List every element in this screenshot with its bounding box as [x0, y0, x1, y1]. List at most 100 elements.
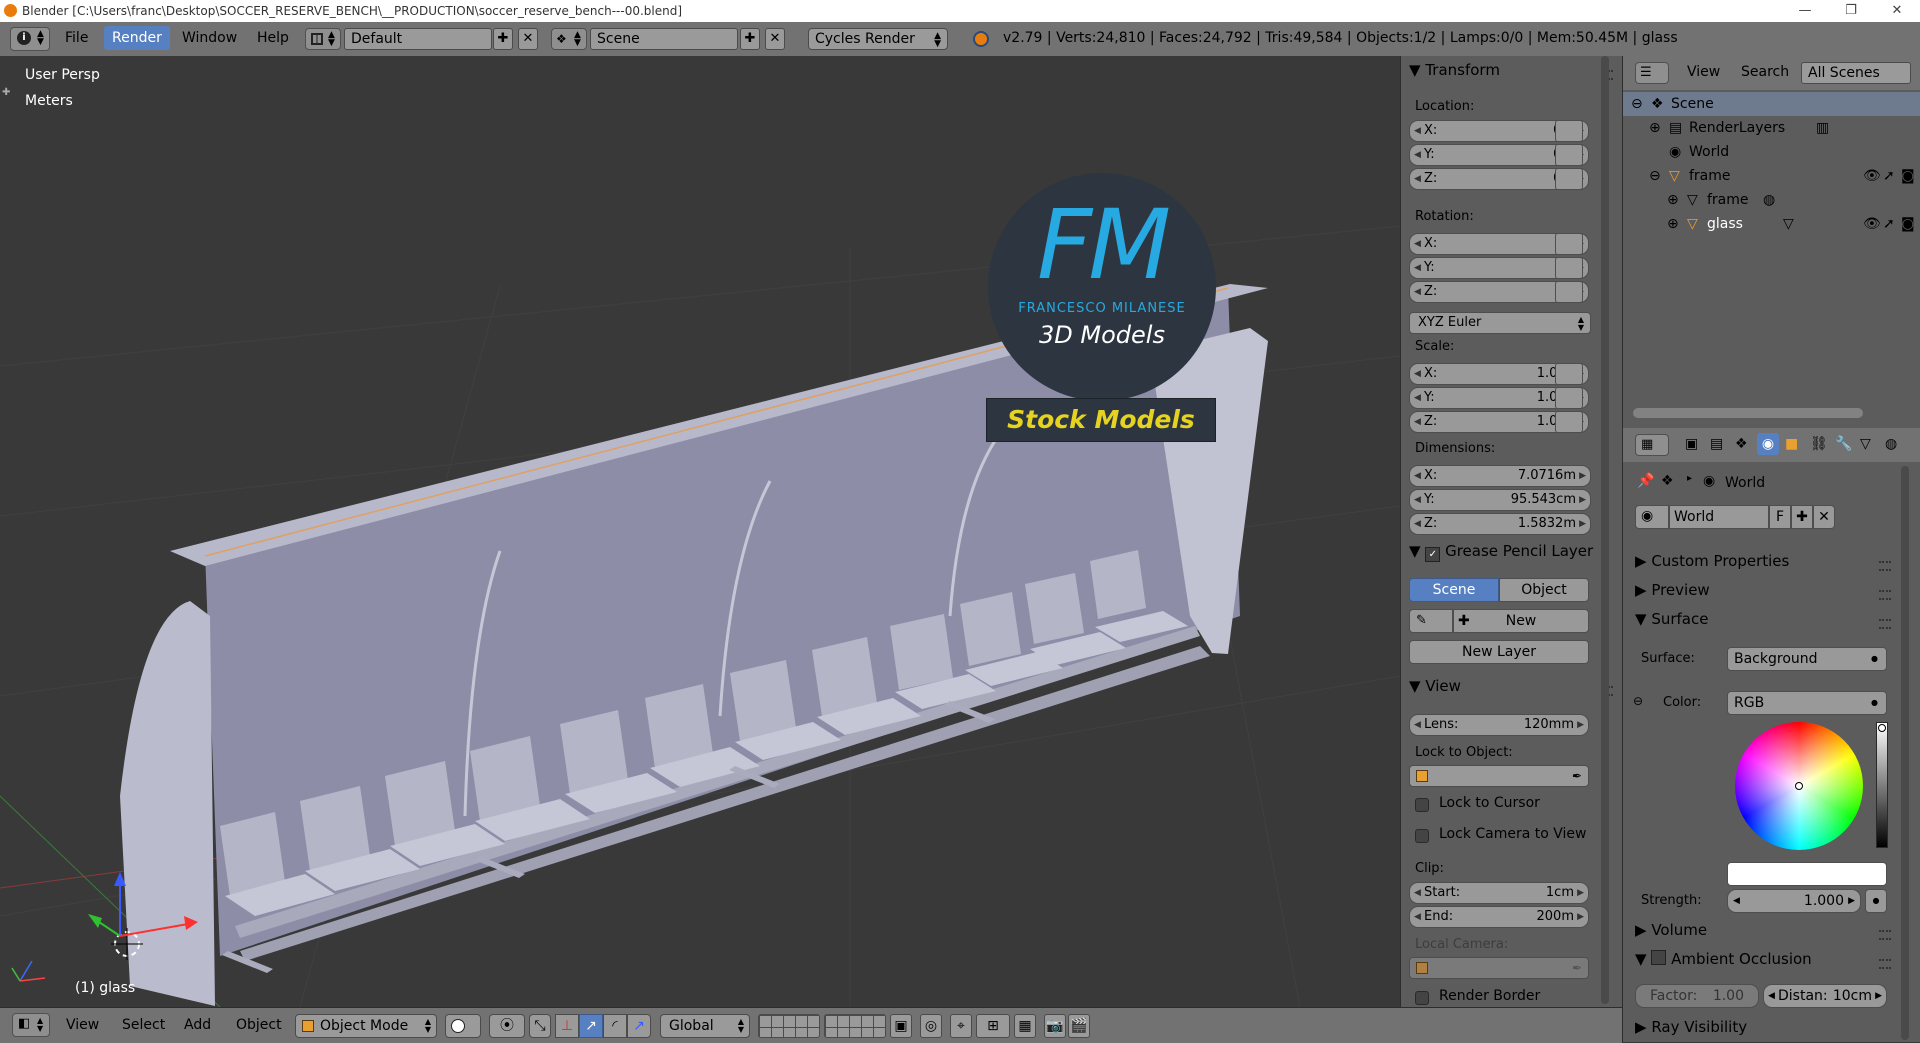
panel-grip-icon[interactable] [1879, 959, 1891, 969]
color-socket-icon[interactable]: ⊖ [1633, 694, 1643, 708]
lock-location-x-icon[interactable] [1555, 120, 1583, 142]
surface-header[interactable]: ▼ Surface [1635, 610, 1708, 628]
outliner-editor-type-button[interactable]: ☰ [1635, 62, 1669, 84]
strength-field[interactable]: ◀ 1.000 ▶ [1727, 889, 1861, 913]
color-mode-select[interactable]: RGB ● [1727, 691, 1887, 715]
scene-browse-button[interactable]: ❖ ▲ ▼ [551, 28, 587, 50]
volume-header[interactable]: ▶ Volume [1635, 921, 1707, 939]
3d-view-editor-type-button[interactable]: ◧ ▲ ▼ [12, 1013, 50, 1037]
render-engine-select[interactable]: Cycles Render ▲ ▼ [808, 28, 948, 50]
color-wheel-cursor[interactable] [1795, 782, 1803, 790]
add-scene-icon[interactable]: ✚ [740, 28, 760, 50]
menu-window[interactable]: Window [182, 30, 237, 46]
rotate-manipulator-button[interactable]: ↗ [579, 1014, 603, 1038]
manipulator-extra-button[interactable]: ↗ [627, 1014, 651, 1038]
object-tab-icon[interactable]: ■ [1785, 436, 1798, 452]
world-tab-icon[interactable]: ◉ [1757, 433, 1779, 455]
eye-icon[interactable]: 👁 [1863, 212, 1881, 236]
grease-pencil-checkbox[interactable]: ✓ [1425, 547, 1441, 562]
translate-manipulator-button[interactable]: ⊥ [555, 1014, 579, 1038]
properties-editor-type-button[interactable]: ▦ [1635, 434, 1669, 456]
camera-render-icon[interactable]: ◙ [1901, 164, 1915, 188]
color-swatch[interactable] [1727, 862, 1887, 886]
expand-icon[interactable]: ⊕ [1649, 116, 1661, 140]
lock-rotation-x-icon[interactable] [1555, 233, 1583, 255]
shading-select[interactable] [445, 1014, 481, 1038]
lock-scale-y-icon[interactable] [1555, 387, 1583, 409]
ao-checkbox[interactable] [1651, 950, 1667, 965]
render-layers-tab-icon[interactable]: ▤ [1710, 436, 1723, 452]
outliner-view-menu[interactable]: View [1687, 64, 1720, 80]
opengl-animation-icon[interactable]: 🎬 [1068, 1014, 1090, 1038]
pivot-select[interactable]: ⦿ [489, 1014, 525, 1038]
expand-icon[interactable]: ⊕ [1667, 188, 1679, 212]
outliner-row-glass[interactable]: ⊕ ▽ glass ▽ 👁 ➚ ◙ [1623, 212, 1920, 236]
scene-tab-icon[interactable]: ❖ [1735, 436, 1748, 452]
surface-select[interactable]: Background ● [1727, 647, 1887, 671]
ao-distance-field[interactable]: ◀ Distan: 10cm ▶ [1763, 984, 1887, 1008]
snap-target-icon[interactable]: ▦ [1014, 1014, 1036, 1038]
local-camera-field[interactable]: ✒ [1409, 957, 1589, 979]
scene-name-field[interactable]: Scene [590, 28, 738, 50]
ao-factor-field[interactable]: Factor: 1.00 [1635, 984, 1759, 1008]
shelf-scrollbar[interactable] [1601, 56, 1609, 1004]
minimize-button[interactable]: — [1782, 0, 1828, 22]
layout-name-field[interactable]: Default [344, 28, 492, 50]
ambient-occlusion-header[interactable]: ▼ Ambient Occlusion [1635, 950, 1812, 968]
panel-grip-icon[interactable] [1879, 590, 1891, 600]
outliner-row-renderlayers[interactable]: ⊕ ▤ RenderLayers ▥ [1623, 116, 1920, 140]
lock-location-z-icon[interactable] [1555, 168, 1583, 190]
lens-field[interactable]: ◀ Lens: 120mm ▶ [1409, 714, 1589, 736]
preview-header[interactable]: ▶ Preview [1635, 581, 1710, 599]
snap-element-icon[interactable]: ⊞ [976, 1014, 1010, 1038]
lock-rotation-y-icon[interactable] [1555, 257, 1583, 279]
world-name-field[interactable]: World [1669, 505, 1769, 529]
panel-grip-icon[interactable] [1879, 561, 1891, 571]
camera-render-icon[interactable]: ◙ [1901, 212, 1915, 236]
clip-start-field[interactable]: ◀ Start: 1cm ▶ [1409, 882, 1589, 904]
properties-scrollbar[interactable] [1901, 466, 1909, 1040]
transform-panel-header[interactable]: ▼ Transform [1409, 61, 1500, 79]
dimension-x-field[interactable]: ◀ X: 7.0716m ▶ [1409, 465, 1591, 487]
snap-toggle-icon[interactable]: ⌖ [950, 1014, 972, 1038]
outliner-filter-select[interactable]: All Scenes [1801, 62, 1911, 84]
cursor-select-icon[interactable]: ➚ [1883, 164, 1895, 188]
lock-scale-z-icon[interactable] [1555, 411, 1583, 433]
eyedropper-icon[interactable]: ✒ [1572, 958, 1582, 978]
opengl-render-icon[interactable]: 📷 [1044, 1014, 1066, 1038]
panel-grip-icon[interactable] [1879, 619, 1891, 629]
ray-visibility-header[interactable]: ▶ Ray Visibility [1635, 1018, 1747, 1036]
collapse-icon[interactable]: ⊖ [1649, 164, 1661, 188]
outliner-row-scene[interactable]: ⊖ ❖ Scene [1623, 92, 1920, 116]
delete-scene-icon[interactable]: ✕ [765, 28, 785, 50]
layout-browse-button[interactable]: ▲ ▼ [305, 28, 341, 50]
pin-icon[interactable]: 📌 [1637, 473, 1654, 489]
eye-icon[interactable]: 👁 [1863, 164, 1881, 188]
lock-cursor-checkbox[interactable] [1415, 798, 1429, 812]
value-slider-handle[interactable] [1878, 724, 1886, 732]
interaction-mode-select[interactable]: Object Mode ▲ ▼ [295, 1014, 437, 1038]
lock-rotation-z-icon[interactable] [1555, 281, 1583, 303]
outliner-row-frame-object[interactable]: ⊖ ▽ frame 👁 ➚ ◙ [1623, 164, 1920, 188]
panel-grip-icon[interactable] [1879, 930, 1891, 940]
maximize-button[interactable]: ❐ [1828, 0, 1874, 22]
outliner-row-frame-mesh[interactable]: ⊕ ▽ frame ◍ [1623, 188, 1920, 212]
expand-icon[interactable]: ⊕ [1667, 212, 1679, 236]
layer-buttons-group-1[interactable] [758, 1014, 820, 1038]
rotation-mode-select[interactable]: XYZ Euler ▲ ▼ [1409, 312, 1591, 334]
collapse-icon[interactable]: ⊖ [1631, 92, 1643, 116]
lock-object-field[interactable]: ✒ [1409, 765, 1589, 787]
menu-file[interactable]: File [65, 30, 88, 46]
outliner-row-world[interactable]: ◉ World [1623, 140, 1920, 164]
3d-viewport[interactable]: User Persp Meters ✚ FM FRANCESCO MILANES… [0, 56, 1400, 1007]
cursor-select-icon[interactable]: ➚ [1883, 212, 1895, 236]
clip-end-field[interactable]: ◀ End: 200m ▶ [1409, 906, 1589, 928]
dimension-y-field[interactable]: ◀ Y: 95.543cm ▶ [1409, 489, 1591, 511]
material-tab-icon[interactable]: ◍ [1885, 436, 1897, 452]
lock-camera-checkbox[interactable] [1415, 829, 1429, 843]
layer-buttons-group-2[interactable] [824, 1014, 886, 1038]
data-tab-icon[interactable]: ▽ [1860, 436, 1871, 452]
value-slider[interactable] [1876, 722, 1888, 848]
new-grease-pencil-button[interactable]: ✚ New [1453, 609, 1589, 633]
unlink-world-icon[interactable]: ✕ [1813, 505, 1835, 529]
